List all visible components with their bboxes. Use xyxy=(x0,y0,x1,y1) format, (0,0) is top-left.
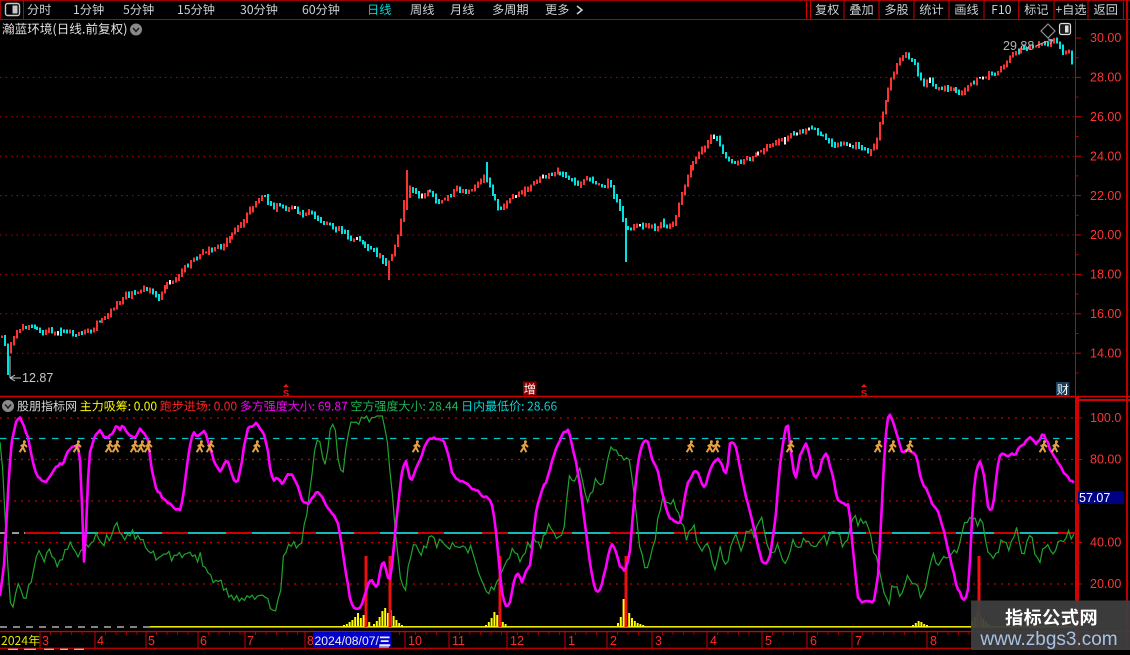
svg-text:22.00: 22.00 xyxy=(1090,189,1121,203)
svg-text:28.00: 28.00 xyxy=(1090,71,1121,85)
svg-text:1: 1 xyxy=(568,634,575,648)
svg-text:12.87: 12.87 xyxy=(22,371,53,385)
svg-text:20.00: 20.00 xyxy=(1090,228,1121,242)
svg-text:8: 8 xyxy=(930,634,937,648)
svg-text:www.zbgs3.com: www.zbgs3.com xyxy=(979,629,1117,650)
svg-text:20.00: 20.00 xyxy=(1090,577,1121,591)
svg-text:10: 10 xyxy=(408,634,422,648)
svg-text:100.0: 100.0 xyxy=(1090,411,1121,425)
svg-text:16.00: 16.00 xyxy=(1090,307,1121,321)
svg-text:3: 3 xyxy=(42,634,49,648)
svg-text:4: 4 xyxy=(710,634,717,648)
svg-text:2024/08/07/: 2024/08/07/ xyxy=(315,634,380,648)
svg-text:30.00: 30.00 xyxy=(1090,31,1121,45)
svg-text:5: 5 xyxy=(148,634,155,648)
svg-text:2: 2 xyxy=(610,634,617,648)
svg-text:8: 8 xyxy=(307,634,314,648)
svg-text:24.00: 24.00 xyxy=(1090,149,1121,163)
svg-text:S: S xyxy=(861,389,867,400)
svg-text:11: 11 xyxy=(452,634,465,648)
svg-text:57.07: 57.07 xyxy=(1079,491,1110,505)
svg-text:5: 5 xyxy=(765,634,772,648)
svg-text:6: 6 xyxy=(200,634,207,648)
svg-text:3: 3 xyxy=(655,634,662,648)
svg-text:26.00: 26.00 xyxy=(1090,110,1121,124)
svg-text:80.00: 80.00 xyxy=(1090,453,1121,467)
svg-text:4: 4 xyxy=(97,634,104,648)
svg-text:7: 7 xyxy=(247,634,254,648)
svg-text:7: 7 xyxy=(855,634,862,648)
svg-text:12: 12 xyxy=(510,634,524,648)
svg-text:40.00: 40.00 xyxy=(1090,536,1121,550)
svg-text:18.00: 18.00 xyxy=(1090,268,1121,282)
svg-text:S: S xyxy=(283,389,289,400)
svg-text:14.00: 14.00 xyxy=(1090,346,1121,360)
svg-text:29.88: 29.88 xyxy=(1003,39,1034,53)
svg-text:6: 6 xyxy=(810,634,817,648)
